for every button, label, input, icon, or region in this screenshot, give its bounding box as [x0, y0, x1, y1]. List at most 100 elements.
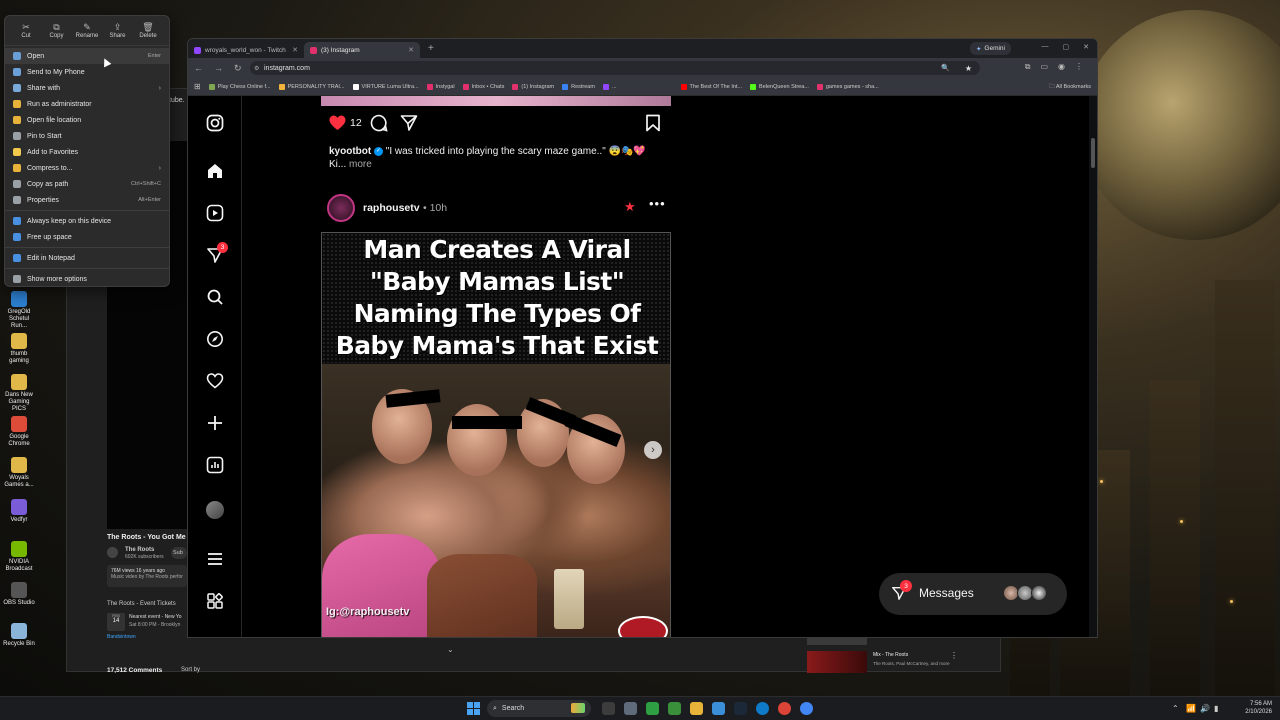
context-menu-item[interactable]: Open file location: [5, 112, 169, 128]
caption-username[interactable]: kyootbot: [329, 146, 371, 157]
desktop-icon[interactable]: Vedfyr: [2, 499, 36, 524]
desktop-icon[interactable]: NVIDIA Broadcast: [2, 541, 36, 573]
tray-chevron-icon[interactable]: ⌃: [1172, 704, 1179, 713]
context-menu-item[interactable]: Send to My Phone: [5, 64, 169, 80]
bookmark-item[interactable]: ...: [602, 83, 617, 90]
bookmark-item[interactable]: The Best Of The Int...: [680, 83, 742, 90]
mix-more-icon[interactable]: ⋮: [950, 651, 958, 660]
steam-icon[interactable]: [734, 702, 747, 715]
event-source-link[interactable]: Bandsintown: [107, 634, 136, 640]
mix-title[interactable]: Mix - The Roots: [873, 652, 908, 658]
task-view-icon[interactable]: [602, 702, 615, 715]
post-media[interactable]: Man Creates A Viral "Baby Mamas List" Na…: [321, 232, 671, 637]
network-icon[interactable]: 📶: [1186, 704, 1196, 713]
desktop-icon[interactable]: Google Chrome: [2, 416, 36, 448]
xbox-icon[interactable]: [668, 702, 681, 715]
video-description-box[interactable]: 76M views 16 years ago Music video by Th…: [107, 565, 187, 587]
context-menu-item[interactable]: Compress to... ›: [5, 160, 169, 176]
chevron-down-icon[interactable]: ⌄: [447, 645, 454, 654]
post-options-icon[interactable]: •••: [649, 196, 666, 211]
reload-icon[interactable]: ↻: [234, 63, 242, 74]
bookmark-item[interactable]: Inbox • Chats: [462, 83, 504, 90]
post-author-username[interactable]: raphousetv: [363, 202, 420, 214]
explore-compass-icon[interactable]: [206, 330, 224, 348]
context-menu-item[interactable]: Share with ›: [5, 80, 169, 96]
apps-grid-icon[interactable]: ⊞: [194, 82, 201, 91]
mix-thumbnail[interactable]: [807, 651, 867, 673]
like-count[interactable]: 12: [350, 117, 362, 129]
desktop-icon[interactable]: Recycle Bin: [2, 623, 36, 648]
clock[interactable]: 7:56 AM 2/10/2026: [1245, 700, 1272, 716]
instagram-logo-icon[interactable]: [206, 114, 224, 132]
url-input[interactable]: ⚙ instagram.com 🔍 ★: [250, 61, 980, 75]
context-menu-item[interactable]: Copy as path Ctrl+Shift+C: [5, 176, 169, 192]
menu-icon[interactable]: ⋮: [1075, 62, 1083, 72]
desktop-icon[interactable]: thumb gaming: [2, 333, 36, 365]
scrollbar-thumb[interactable]: [1091, 138, 1095, 168]
search-icon[interactable]: [206, 288, 224, 306]
chrome-icon[interactable]: [778, 702, 791, 715]
event-name[interactable]: Nearest event - New Yo: [129, 614, 182, 620]
site-info-icon[interactable]: ⚙: [254, 65, 259, 72]
carousel-next-button[interactable]: ›: [644, 441, 662, 459]
sort-by-button[interactable]: Sort by: [181, 667, 200, 673]
comment-icon[interactable]: [370, 114, 388, 137]
context-menu-item[interactable]: Free up space: [5, 229, 169, 245]
minimize-icon[interactable]: —: [1042, 43, 1049, 51]
bookmark-item[interactable]: VIRTURE Luma Ultra...: [352, 83, 419, 90]
new-tab-icon[interactable]: +: [428, 43, 434, 54]
browser-window[interactable]: wroyals_world_won - Twitch ✕ (3) Instagr…: [187, 38, 1098, 638]
save-bookmark-icon[interactable]: [645, 114, 661, 137]
subscribe-button[interactable]: Sub: [171, 547, 187, 559]
messages-button[interactable]: 3 Messages: [879, 573, 1067, 615]
tab-twitch[interactable]: wroyals_world_won - Twitch ✕: [188, 42, 304, 58]
close-tab-icon[interactable]: ✕: [408, 46, 414, 54]
context-menu-item[interactable]: Always keep on this device: [5, 213, 169, 229]
share-icon[interactable]: [400, 114, 418, 137]
reels-icon[interactable]: [206, 204, 224, 222]
desktop-icon[interactable]: Dans New Gaming PICS: [2, 374, 36, 413]
related-video-thumb[interactable]: [807, 637, 867, 645]
desktop-icon[interactable]: OBS Studio: [2, 582, 36, 607]
context-menu-item[interactable]: Properties Alt+Enter: [5, 192, 169, 208]
edge-icon[interactable]: [756, 702, 769, 715]
bookmark-item[interactable]: games games - sha...: [816, 83, 879, 90]
channel-avatar[interactable]: [107, 547, 118, 558]
desktop-icon[interactable]: GregOld Schetul Run...: [2, 291, 36, 330]
bookmark-item[interactable]: Instygal: [426, 83, 455, 90]
back-arrow-icon[interactable]: ←: [194, 63, 203, 73]
maximize-icon[interactable]: ▢: [1063, 43, 1070, 51]
cut-button[interactable]: ✂ Cut: [11, 22, 41, 45]
battery-icon[interactable]: ▮: [1214, 704, 1218, 713]
context-menu-item[interactable]: Edit in Notepad: [5, 250, 169, 266]
post-author-avatar[interactable]: [327, 194, 355, 222]
home-icon[interactable]: [206, 162, 224, 180]
previous-post-image[interactable]: [321, 96, 671, 106]
forward-arrow-icon[interactable]: →: [214, 63, 223, 73]
bookmark-item[interactable]: Play Chess Online f...: [208, 83, 271, 90]
context-menu-item[interactable]: Add to Favorites: [5, 144, 169, 160]
file-explorer-icon[interactable]: [690, 702, 703, 715]
share-button[interactable]: ⇪ Share: [103, 22, 133, 45]
caption-more-link[interactable]: more: [349, 159, 372, 170]
close-tab-icon[interactable]: ✕: [292, 46, 298, 54]
tab-instagram[interactable]: (3) Instagram ✕: [304, 42, 420, 58]
ms-store-icon[interactable]: [712, 702, 725, 715]
profile-icon[interactable]: ◉: [1058, 62, 1065, 72]
all-bookmarks-button[interactable]: 🗀 All Bookmarks: [1049, 83, 1091, 92]
dashboard-chart-icon[interactable]: [206, 456, 224, 474]
background-video-title[interactable]: The Roots - You Got Me: [107, 534, 186, 541]
conversation-avatar[interactable]: [1031, 585, 1047, 601]
media-player-icon[interactable]: [646, 702, 659, 715]
context-menu-item[interactable]: Pin to Start: [5, 128, 169, 144]
rename-button[interactable]: ✎ Rename: [72, 22, 102, 45]
heart-icon[interactable]: [206, 372, 224, 390]
gemini-button[interactable]: ✦ Gemini: [969, 42, 1011, 55]
context-menu-item[interactable]: Show more options: [5, 271, 169, 287]
taskbar-search[interactable]: ⌕ Search: [487, 700, 591, 717]
delete-button[interactable]: 🗑 Delete: [133, 22, 163, 45]
settings-gear-icon[interactable]: [624, 702, 637, 715]
bookmark-item[interactable]: PERSONALITY TRAI...: [278, 83, 345, 90]
also-from-meta-icon[interactable]: [206, 592, 224, 610]
context-menu-item[interactable]: Run as administrator: [5, 96, 169, 112]
